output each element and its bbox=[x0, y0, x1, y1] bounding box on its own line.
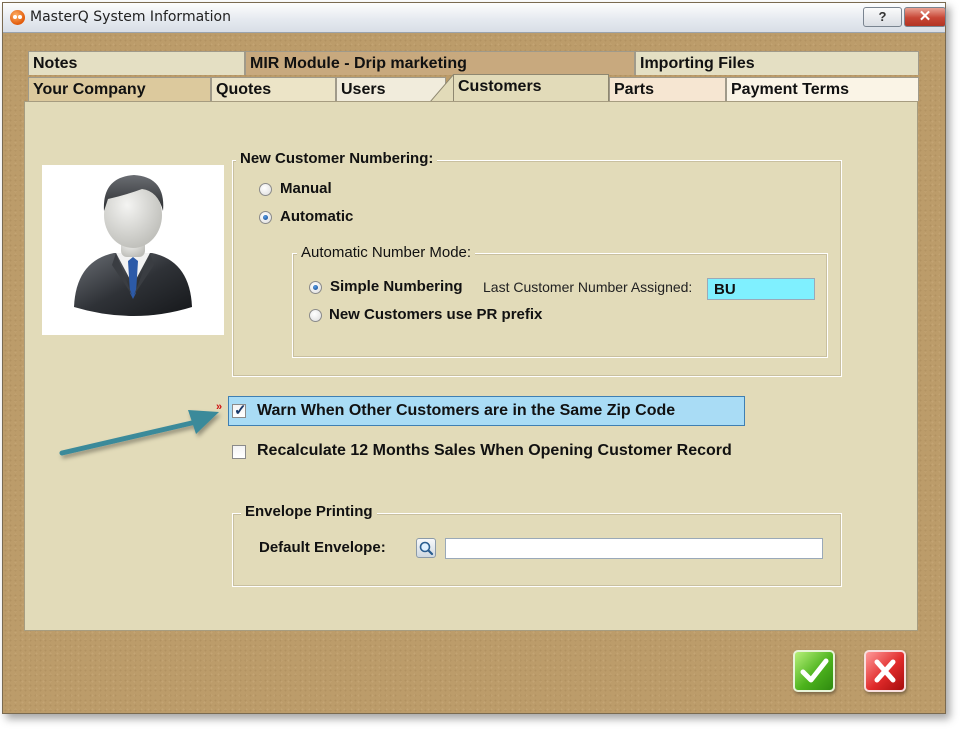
manual-radio[interactable] bbox=[259, 183, 272, 196]
x-icon bbox=[874, 659, 896, 683]
automatic-radio[interactable] bbox=[259, 211, 272, 224]
recalc-sales-label[interactable]: Recalculate 12 Months Sales When Opening… bbox=[257, 442, 732, 460]
numbering-legend: New Customer Numbering: bbox=[236, 150, 438, 167]
last-assigned-label: Last Customer Number Assigned: bbox=[483, 279, 693, 295]
magnifier-icon bbox=[419, 541, 434, 556]
tab-notes[interactable]: Notes bbox=[28, 51, 245, 75]
check-icon bbox=[800, 658, 829, 683]
number-mode-legend: Automatic Number Mode: bbox=[297, 244, 476, 261]
default-envelope-field[interactable] bbox=[445, 538, 823, 559]
pr-prefix-label[interactable]: New Customers use PR prefix bbox=[329, 306, 542, 323]
app-icon bbox=[10, 10, 25, 25]
window-title: MasterQ System Information bbox=[30, 9, 231, 25]
close-button[interactable]: ✕ bbox=[904, 7, 946, 27]
default-envelope-label: Default Envelope: bbox=[259, 539, 386, 556]
simple-numbering-label[interactable]: Simple Numbering bbox=[330, 278, 463, 295]
tab-slant bbox=[430, 74, 454, 102]
warn-zip-label[interactable]: Warn When Other Customers are in the Sam… bbox=[257, 402, 675, 420]
tab-parts[interactable]: Parts bbox=[609, 77, 726, 101]
last-customer-number-field[interactable] bbox=[707, 278, 815, 300]
tab-mir-module[interactable]: MIR Module - Drip marketing bbox=[245, 51, 635, 75]
automatic-label[interactable]: Automatic bbox=[280, 208, 353, 225]
manual-label[interactable]: Manual bbox=[280, 180, 332, 197]
tab-quotes[interactable]: Quotes bbox=[211, 77, 336, 101]
envelope-legend: Envelope Printing bbox=[241, 503, 377, 520]
user-avatar-icon bbox=[42, 165, 224, 335]
ok-button[interactable] bbox=[793, 650, 835, 692]
title-bar[interactable]: MasterQ System Information ? ✕ bbox=[3, 3, 946, 33]
simple-numbering-radio[interactable] bbox=[309, 281, 322, 294]
envelope-lookup-button[interactable] bbox=[416, 538, 436, 558]
tab-importing-files[interactable]: Importing Files bbox=[635, 51, 919, 75]
pointer-arrow-icon bbox=[59, 410, 219, 456]
recalc-sales-checkbox[interactable] bbox=[232, 445, 246, 459]
warn-zip-checkbox[interactable] bbox=[232, 401, 247, 419]
tab-your-company[interactable]: Your Company bbox=[28, 77, 211, 101]
help-button[interactable]: ? bbox=[863, 7, 902, 27]
tab-payment-terms[interactable]: Payment Terms bbox=[726, 77, 919, 101]
tab-customers[interactable]: Customers bbox=[453, 74, 609, 102]
cancel-button[interactable] bbox=[864, 650, 906, 692]
pr-prefix-radio[interactable] bbox=[309, 309, 322, 322]
